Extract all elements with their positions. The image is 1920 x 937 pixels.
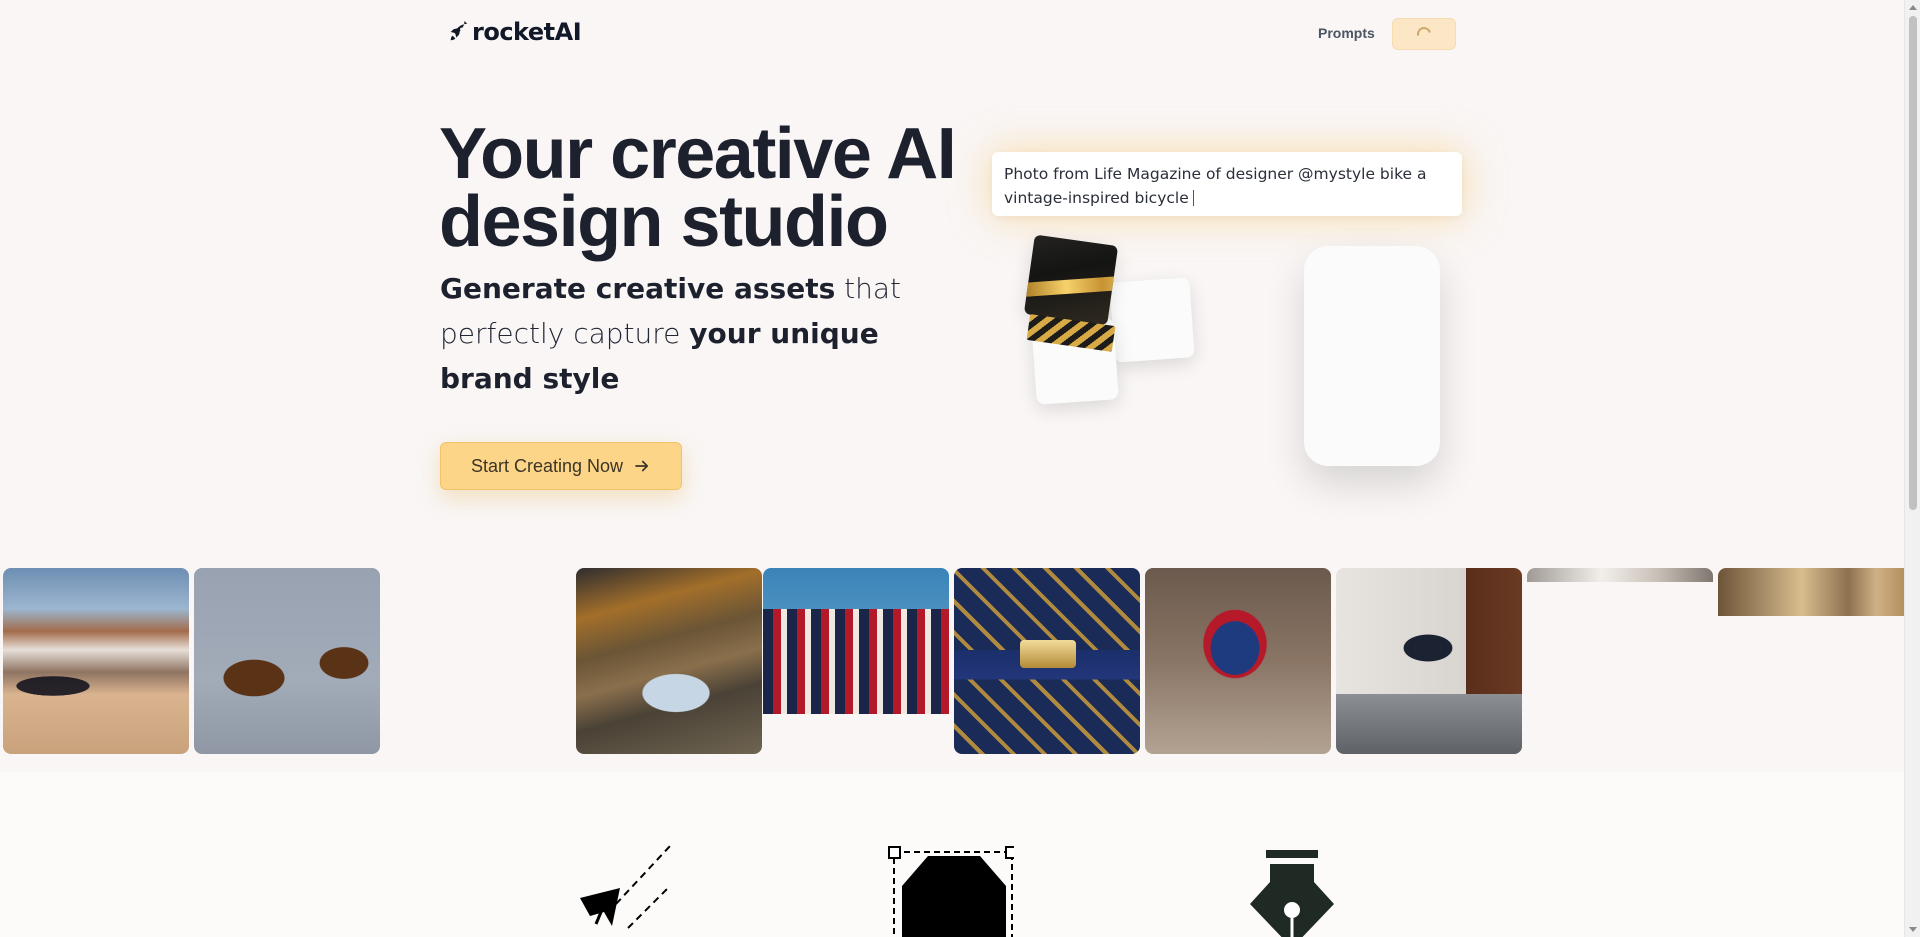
phone-mockup — [1304, 246, 1440, 466]
rocket-icon — [450, 21, 468, 41]
pen-nib-icon — [1250, 850, 1334, 937]
account-loading-button[interactable] — [1392, 18, 1456, 50]
hero-title: Your creative AI design studio — [439, 114, 957, 262]
page: rocketAI Prompts Your creative AI design… — [0, 0, 1920, 937]
scroll-thumb[interactable] — [1909, 16, 1917, 510]
start-creating-button[interactable]: Start Creating Now — [440, 442, 682, 490]
nav-prompts-link[interactable]: Prompts — [1318, 25, 1375, 41]
hero-subtitle: Generate creative assets that perfectly … — [440, 266, 910, 401]
logo-text: rocketAI — [472, 18, 582, 46]
cta-label: Start Creating Now — [470, 455, 624, 476]
interior-room-image[interactable] — [1527, 568, 1713, 582]
prompt-text: Photo from Life Magazine of designer @my… — [1004, 165, 1427, 207]
subtitle-bold-1: Generate creative assets — [440, 272, 836, 305]
octagon-selection-icon — [888, 846, 1014, 937]
prompt-input[interactable]: Photo from Life Magazine of designer @my… — [992, 152, 1462, 216]
gold-pattern-handbag-image[interactable] — [954, 568, 1140, 754]
scroll-down-icon[interactable] — [1909, 927, 1917, 932]
text-caret — [1192, 190, 1194, 206]
sunglasses-closeup-image[interactable] — [194, 568, 380, 754]
image-gallery — [0, 566, 1904, 774]
header: rocketAI Prompts — [0, 0, 1904, 66]
leather-texture-card — [1023, 234, 1119, 326]
navy-chair-room-image[interactable] — [1336, 568, 1522, 754]
scroll-up-icon[interactable] — [1909, 5, 1917, 10]
logo[interactable]: rocketAI — [448, 18, 582, 46]
striped-handbag-image[interactable] — [763, 568, 949, 714]
paper-plane-icon — [580, 845, 671, 929]
arrow-right-icon — [635, 460, 649, 472]
interior-wall-image[interactable] — [1718, 568, 1904, 616]
spinner-icon — [1414, 24, 1434, 44]
floor — [1336, 694, 1522, 754]
gold-band — [1023, 274, 1119, 298]
red-blue-chair-image[interactable] — [1145, 568, 1331, 754]
floating-card — [1109, 277, 1195, 363]
page-scrollbar[interactable] — [1904, 0, 1920, 937]
mountain-sunglasses-image[interactable] — [3, 568, 189, 754]
bag-clasp — [1020, 640, 1076, 668]
sports-car-road-image[interactable] — [576, 568, 762, 754]
